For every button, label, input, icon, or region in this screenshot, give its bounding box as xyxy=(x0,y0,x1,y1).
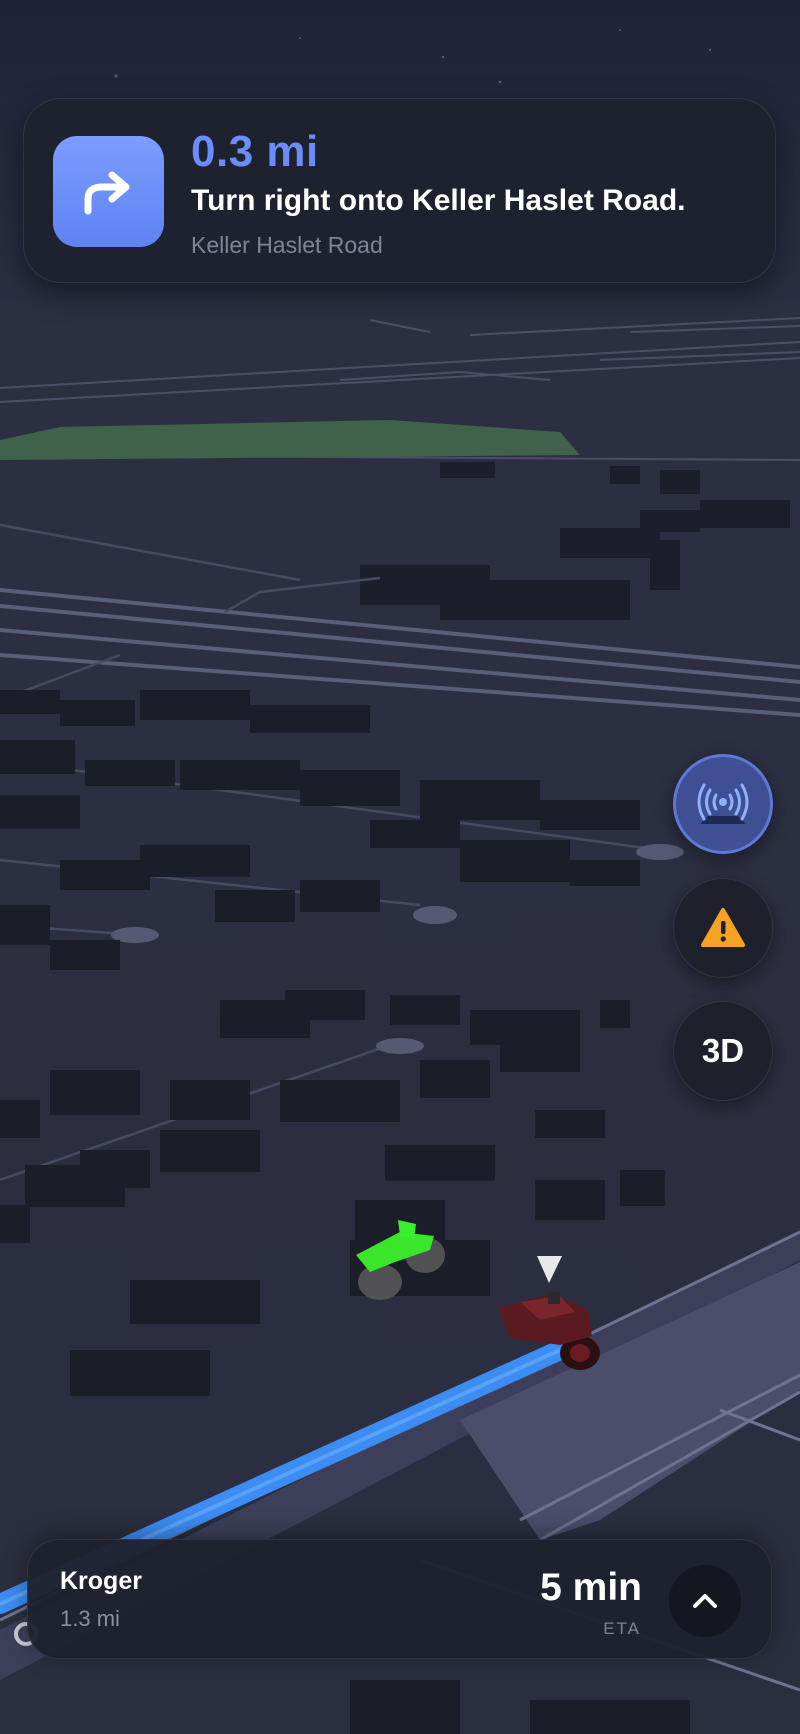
chevron-up-icon xyxy=(693,1594,717,1608)
trip-summary-bar[interactable]: Kroger 1.3 mi 5 min ETA xyxy=(27,1539,772,1659)
turn-instruction-banner[interactable]: 0.3 mi Turn right onto Keller Haslet Roa… xyxy=(23,98,776,283)
eta-time: 5 min xyxy=(540,1566,642,1609)
warning-icon xyxy=(701,908,745,947)
expand-trip-button[interactable] xyxy=(669,1565,741,1637)
view-mode-button[interactable]: 3D xyxy=(673,1001,773,1101)
eta-label: ETA xyxy=(603,1619,641,1638)
turn-street-name: Keller Haslet Road xyxy=(191,232,383,258)
turn-right-arrow-icon xyxy=(84,171,129,214)
broadcast-button[interactable] xyxy=(673,754,773,854)
destination-distance: 1.3 mi xyxy=(60,1606,120,1631)
turn-distance: 0.3 mi xyxy=(191,127,319,176)
report-hazard-button[interactable] xyxy=(673,878,773,978)
broadcast-icon xyxy=(697,783,749,824)
navigation-screen: 0.3 mi Turn right onto Keller Haslet Roa… xyxy=(0,0,800,1734)
destination-name: Kroger xyxy=(60,1567,142,1595)
turn-instruction-text: Turn right onto Keller Haslet Road. xyxy=(191,184,686,217)
turn-direction-tile xyxy=(53,136,164,247)
